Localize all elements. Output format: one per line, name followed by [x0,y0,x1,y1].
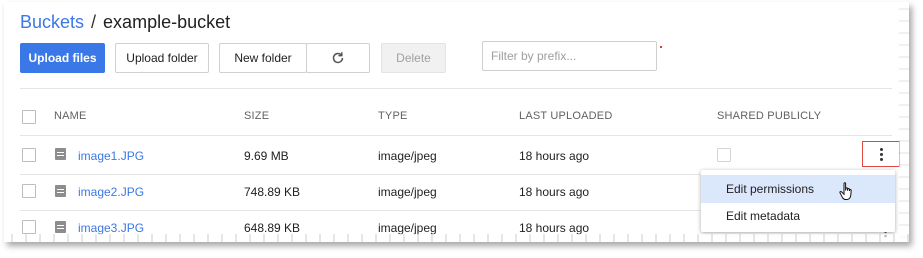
column-header-type[interactable]: TYPE [378,110,408,122]
menu-item-edit-permissions[interactable]: Edit permissions [701,175,895,203]
breadcrumb-separator: / [91,12,97,32]
kebab-dot [879,157,883,161]
row-divider [20,174,700,175]
indicator-dot [660,46,662,48]
kebab-dot [879,147,883,151]
file-type: image/jpeg [378,221,437,235]
upload-folder-button[interactable]: Upload folder [115,43,209,73]
column-header-name[interactable]: NAME [54,110,87,122]
row-divider [20,210,700,211]
file-type: image/jpeg [378,149,437,163]
refresh-icon [332,52,344,64]
file-name-link[interactable]: image1.JPG [78,149,144,163]
file-name-link[interactable]: image2.JPG [78,185,144,199]
storage-browser: Buckets / example-bucket Upload files Up… [4,2,909,242]
file-last-uploaded: 18 hours ago [519,221,590,235]
new-folder-button[interactable]: New folder [219,43,307,73]
breadcrumb: Buckets / example-bucket [20,12,230,33]
torn-edge-bottom [4,234,909,242]
row-checkbox[interactable] [22,184,36,198]
breadcrumb-buckets-link[interactable]: Buckets [20,12,84,33]
row-checkbox[interactable] [22,220,36,234]
menu-item-edit-metadata[interactable]: Edit metadata [701,202,895,230]
column-header-size[interactable]: SIZE [244,110,269,122]
select-all-checkbox[interactable] [22,110,36,124]
refresh-button[interactable] [306,43,370,73]
file-icon [55,221,66,233]
file-icon [55,185,66,197]
torn-edge-right [899,2,909,242]
toolbar-divider [20,88,892,89]
row-actions-menu: Edit permissions Edit metadata [701,170,895,232]
header-divider [20,135,892,136]
file-size: 648.89 KB [244,221,301,235]
file-last-uploaded: 18 hours ago [519,149,590,163]
file-last-uploaded: 18 hours ago [519,185,590,199]
file-type: image/jpeg [378,185,437,199]
column-header-shared-publicly[interactable]: SHARED PUBLICLY [717,110,821,122]
hand-cursor-icon [839,182,852,200]
kebab-dot [879,152,883,156]
file-size: 748.89 KB [244,185,301,199]
shared-publicly-checkbox[interactable] [717,148,731,162]
row-checkbox[interactable] [22,148,36,162]
upload-files-button[interactable]: Upload files [20,43,105,73]
row-actions-button[interactable] [862,141,900,167]
column-header-last-uploaded[interactable]: LAST UPLOADED [519,110,612,122]
filter-prefix-input[interactable] [482,41,657,71]
file-size: 9.69 MB [244,149,289,163]
delete-button[interactable]: Delete [381,43,446,73]
file-icon [55,148,66,160]
file-name-link[interactable]: image3.JPG [78,221,144,235]
breadcrumb-current-bucket: example-bucket [103,12,231,32]
